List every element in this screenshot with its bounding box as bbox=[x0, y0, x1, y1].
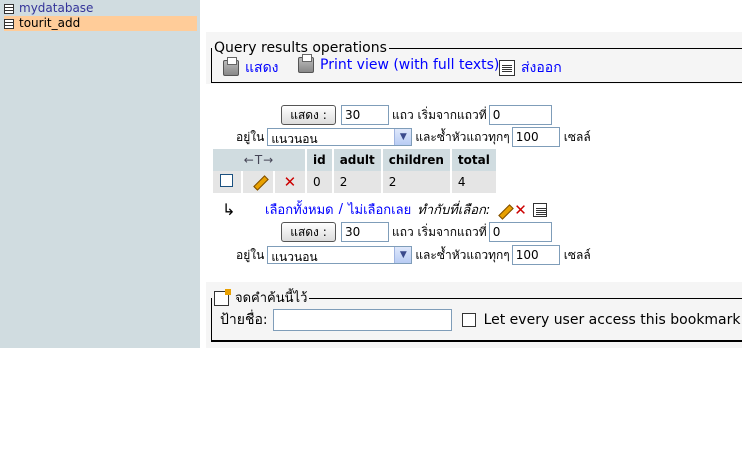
table-icon bbox=[4, 18, 14, 29]
public-bookmark-checkbox[interactable] bbox=[461, 313, 476, 327]
print-view-link[interactable]: Print view (with full texts) bbox=[298, 54, 500, 73]
start-row-input-bottom[interactable] bbox=[488, 222, 552, 242]
nav-bottom-row2: อยู่ใน แนวนอน ▼ และซ้ำหัวแถวทุกๆ เซลล์ bbox=[236, 245, 591, 265]
rows-from-label-bottom: แถว เริ่มจากแถวที่ bbox=[392, 224, 487, 239]
export-link[interactable]: ส่งออก bbox=[499, 57, 562, 79]
column-header-id[interactable]: id bbox=[307, 149, 332, 171]
return-arrow-icon: ↳ bbox=[222, 200, 236, 219]
sidebar: mydatabase tourit_add bbox=[0, 0, 200, 348]
display-mode-value: แนวนอน bbox=[271, 132, 318, 146]
show-rows-button[interactable]: แสดง : bbox=[281, 105, 336, 125]
nav-bottom-row1: แสดง : แถว เริ่มจากแถวที่ bbox=[281, 222, 552, 242]
edit-cell bbox=[242, 171, 273, 193]
cell-children: 2 bbox=[382, 171, 450, 193]
table-row: ✕ 0 2 2 4 bbox=[213, 171, 496, 193]
bookmark-label-caption: ป้ายชื่อ: bbox=[220, 312, 268, 328]
uncheck-all-link[interactable]: ไม่เลือกเลย bbox=[348, 199, 411, 220]
column-header-children[interactable]: children bbox=[382, 149, 450, 171]
display-mode-select-bottom[interactable]: แนวนอน ▼ bbox=[267, 246, 413, 264]
cells-label: เซลล์ bbox=[563, 129, 591, 144]
chevron-down-icon: ▼ bbox=[394, 129, 412, 145]
column-header-adult[interactable]: adult bbox=[333, 149, 381, 171]
delete-selected-x-icon[interactable]: ✕ bbox=[514, 202, 527, 217]
show-link-label: แสดง bbox=[245, 60, 279, 76]
column-sort-arrows[interactable]: ←T→ bbox=[213, 149, 305, 171]
results-table: ←T→ id adult children total ✕ 0 2 2 4 bbox=[211, 149, 498, 193]
in-label-bottom: อยู่ใน bbox=[236, 247, 265, 262]
selection-separator: / bbox=[338, 202, 343, 217]
cells-label-bottom: เซลล์ bbox=[563, 247, 591, 262]
chevron-down-icon: ▼ bbox=[394, 247, 412, 263]
start-row-input[interactable] bbox=[488, 105, 552, 125]
table-icon bbox=[4, 3, 14, 14]
bookmark-legend: จดคำค้นนี้ไว้ bbox=[212, 289, 309, 306]
cell-adult: 2 bbox=[333, 171, 381, 193]
repeat-label: และซ้ำหัวแถวทุกๆ bbox=[415, 129, 510, 144]
bookmark-icon bbox=[214, 289, 231, 306]
repeat-label-bottom: และซ้ำหัวแถวทุกๆ bbox=[415, 247, 510, 262]
column-header-total[interactable]: total bbox=[451, 149, 496, 171]
row-select-cell bbox=[213, 171, 241, 193]
rows-count-input[interactable] bbox=[341, 105, 389, 125]
repeat-headers-input-bottom[interactable] bbox=[511, 245, 560, 265]
in-label: อยู่ใน bbox=[236, 129, 265, 144]
export-icon bbox=[499, 60, 515, 76]
export-selected-icon[interactable] bbox=[532, 202, 547, 217]
cell-id: 0 bbox=[307, 171, 332, 193]
show-link[interactable]: แสดง bbox=[223, 57, 279, 79]
top-band bbox=[206, 0, 742, 32]
display-mode-value-bottom: แนวนอน bbox=[271, 250, 318, 264]
show-rows-button-bottom[interactable]: แสดง : bbox=[281, 222, 336, 242]
spacer-band bbox=[206, 84, 742, 98]
sidebar-item-label: mydatabase bbox=[19, 1, 94, 15]
print-icon bbox=[223, 57, 239, 76]
bookmark-legend-text: จดคำค้นนี้ไว้ bbox=[235, 290, 308, 306]
nav-top-row2: อยู่ใน แนวนอน ▼ และซ้ำหัวแถวทุกๆ เซลล์ bbox=[236, 127, 591, 147]
sidebar-item-tourit-add[interactable]: tourit_add bbox=[4, 16, 197, 31]
query-ops-legend: Query results operations bbox=[214, 40, 387, 56]
nav-top-row1: แสดง : แถว เริ่มจากแถวที่ bbox=[281, 105, 552, 125]
cell-total: 4 bbox=[451, 171, 496, 193]
edit-pencil-icon[interactable] bbox=[251, 174, 265, 188]
with-selected-label: ทำกับที่เลือก: bbox=[417, 203, 491, 218]
bookmark-row: ป้ายชื่อ: Let every user access this boo… bbox=[220, 309, 741, 331]
bookmark-label-input[interactable] bbox=[272, 309, 452, 331]
edit-selected-pencil-icon[interactable] bbox=[496, 203, 510, 217]
check-all-link[interactable]: เลือกทั้งหมด bbox=[265, 199, 334, 220]
selection-row: ↳ เลือกทั้งหมด / ไม่เลือกเลย ทำกับที่เลื… bbox=[222, 199, 553, 220]
rows-from-label: แถว เริ่มจากแถวที่ bbox=[392, 107, 487, 122]
delete-x-icon[interactable]: ✕ bbox=[284, 173, 297, 191]
print-icon bbox=[298, 54, 314, 73]
display-mode-select[interactable]: แนวนอน ▼ bbox=[267, 128, 413, 146]
rows-count-input-bottom[interactable] bbox=[341, 222, 389, 242]
repeat-headers-input[interactable] bbox=[511, 127, 560, 147]
row-checkbox[interactable] bbox=[220, 174, 234, 187]
delete-cell: ✕ bbox=[274, 171, 305, 193]
export-label: ส่งออก bbox=[521, 60, 562, 76]
sidebar-item-mydatabase[interactable]: mydatabase bbox=[4, 1, 93, 16]
public-bookmark-label: Let every user access this bookmark bbox=[483, 312, 741, 328]
print-view-label: Print view (with full texts) bbox=[320, 57, 500, 73]
sidebar-item-label: tourit_add bbox=[19, 16, 81, 30]
